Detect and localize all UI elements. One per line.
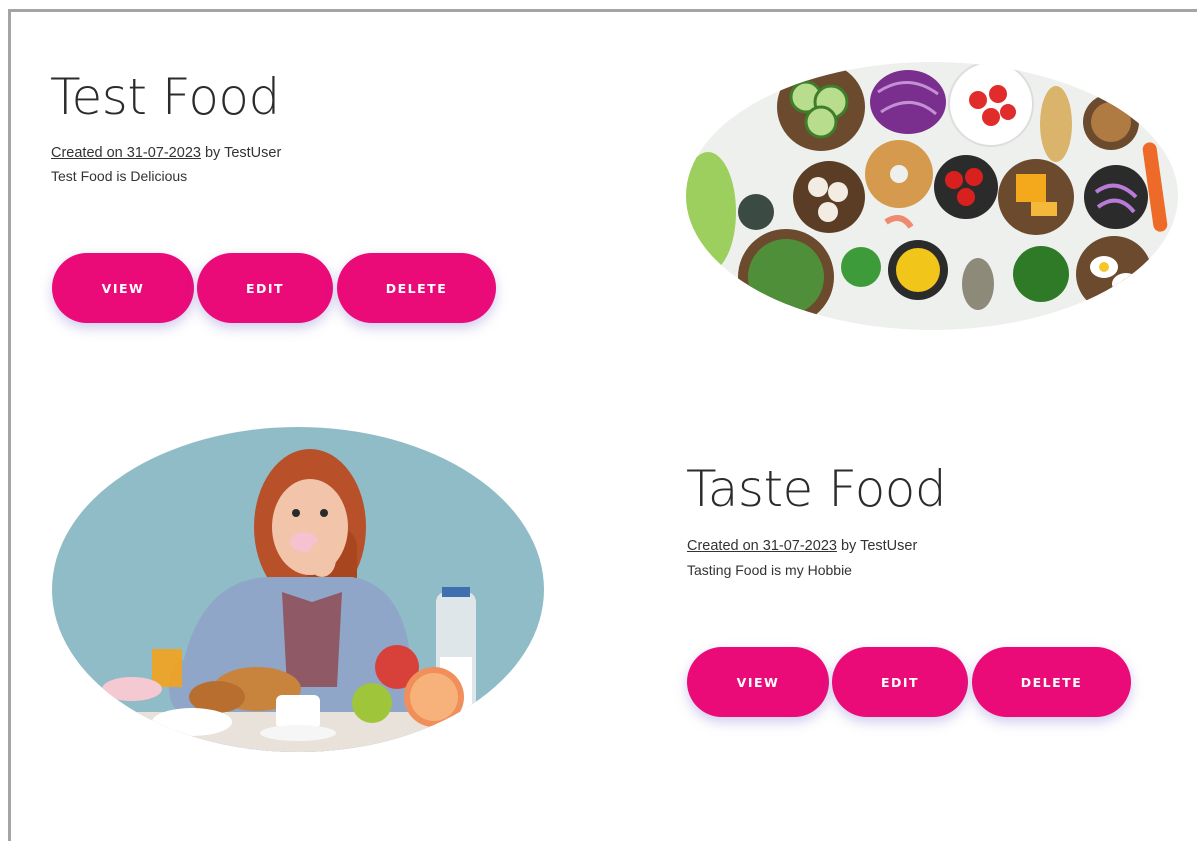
created-date-link[interactable]: Created on 31-07-2023 xyxy=(51,145,201,161)
delete-button[interactable]: DELETE xyxy=(972,647,1131,717)
post-image-woman-eating xyxy=(52,427,544,752)
view-button[interactable]: VIEW xyxy=(687,647,829,717)
edit-button[interactable]: EDIT xyxy=(197,253,333,323)
post-author: by TestUser xyxy=(200,145,282,161)
post-author: by TestUser xyxy=(836,538,918,554)
edit-button[interactable]: EDIT xyxy=(832,647,968,717)
post-meta: Created on 31-07-2023 by TestUser xyxy=(51,143,281,163)
post-description: Test Food is Delicious xyxy=(51,168,188,184)
view-button[interactable]: VIEW xyxy=(52,253,194,323)
woman-eating-illustration xyxy=(52,427,544,752)
post-image-vegetables xyxy=(686,62,1178,330)
post-description: Tasting Food is my Hobbie xyxy=(687,562,852,578)
post-meta: Created on 31-07-2023 by TestUser xyxy=(687,536,917,556)
post-title: Test Food xyxy=(50,68,280,126)
post-title: Taste Food xyxy=(686,460,947,518)
vegetables-illustration xyxy=(686,62,1178,330)
created-date-link[interactable]: Created on 31-07-2023 xyxy=(687,538,837,554)
delete-button[interactable]: DELETE xyxy=(337,253,496,323)
